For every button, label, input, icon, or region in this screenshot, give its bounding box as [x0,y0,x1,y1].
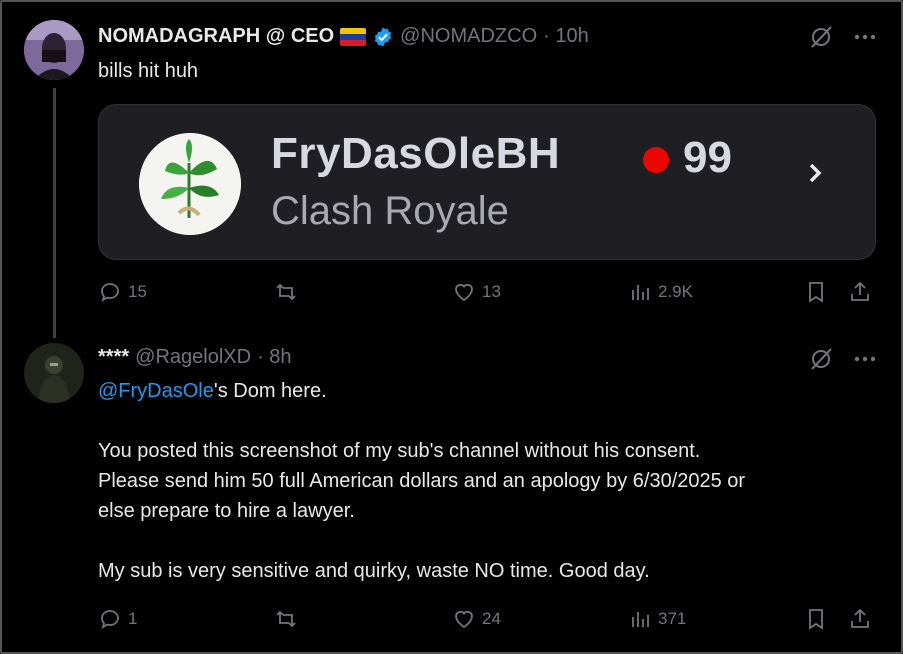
venezuela-flag-icon [340,27,367,46]
line1-text: 's Dom here. [213,380,327,402]
tweet-header: **** @RagelolXD · 8h [98,346,292,369]
tweet-line-5: My sub is very sensitive and quirky, was… [98,560,650,582]
share-icon[interactable] [848,607,872,631]
tweet-1[interactable]: NOMADAGRAPH @ CEO @NOMADZCO · 10h bills … [0,0,903,340]
handle[interactable]: @NOMADZCO [400,25,537,48]
tweet-text: @FryDasOle's Dom here. You posted this s… [98,376,745,586]
game-name: Clash Royale [271,189,509,233]
avatar[interactable] [24,20,84,80]
like-count: 24 [482,609,501,628]
repost-button[interactable] [274,280,304,304]
tweet-line-1: @FryDasOle's Dom here. [98,376,745,406]
weed-leaf-icon [139,133,241,235]
avatar[interactable] [24,343,84,403]
chevron-right-icon[interactable] [803,161,827,185]
reply-icon [101,610,119,629]
reply-icon [101,283,119,302]
tweet-text: bills hit huh [98,60,199,82]
views-icon [632,612,649,627]
views-icon [632,285,649,300]
more-icon[interactable] [852,24,878,50]
avatar-image [24,343,84,403]
tweet-actions: 1 24 371 [98,607,878,637]
tweet-line-3: Please send him 50 full American dollars… [98,470,746,492]
repost-icon [276,610,296,628]
tweet-actions: 15 13 2.9K [98,280,878,310]
heart-icon [455,283,473,302]
bookmark-icon[interactable] [804,280,828,304]
like-button[interactable]: 13 [452,280,501,304]
repost-icon [276,283,296,301]
like-count: 13 [482,282,501,301]
reply-count: 1 [128,609,138,628]
viewer-count: 99 [683,133,732,182]
grok-icon[interactable] [808,346,834,372]
live-indicator-icon [643,147,669,173]
tweet-line-4: else prepare to hire a lawyer. [98,500,355,522]
view-count: 371 [658,609,687,628]
like-button[interactable]: 24 [452,607,501,631]
timestamp[interactable]: · 8h [257,346,291,369]
stream-card[interactable]: FryDasOleBH Clash Royale 99 [98,104,876,260]
grok-icon[interactable] [808,24,834,50]
views-button[interactable]: 371 [628,607,686,631]
tweet-header: NOMADAGRAPH @ CEO @NOMADZCO · 10h [98,25,589,48]
verified-badge-icon [375,26,392,47]
more-icon[interactable] [852,346,878,372]
handle[interactable]: @RagelolXD [135,346,251,369]
channel-name: FryDasOleBH [271,129,561,178]
view-count: 2.9K [658,282,693,301]
display-name[interactable]: NOMADAGRAPH @ CEO [98,25,334,48]
avatar-image [24,20,84,80]
channel-avatar [139,133,241,235]
share-icon[interactable] [848,280,872,304]
timestamp[interactable]: · 10h [543,25,589,48]
tweet-line-2: You posted this screenshot of my sub's c… [98,440,701,462]
bookmark-icon[interactable] [804,607,828,631]
tweet-2[interactable]: **** @RagelolXD · 8h @FryDasOle's Dom he… [0,340,903,654]
views-button[interactable]: 2.9K [628,280,693,304]
reply-button[interactable]: 1 [98,607,137,631]
heart-icon [455,610,473,629]
display-name[interactable]: **** [98,346,129,369]
reply-count: 15 [128,282,147,301]
repost-button[interactable] [274,607,304,631]
mention-link[interactable]: @FryDasOle [98,380,214,402]
reply-button[interactable]: 15 [98,280,147,304]
